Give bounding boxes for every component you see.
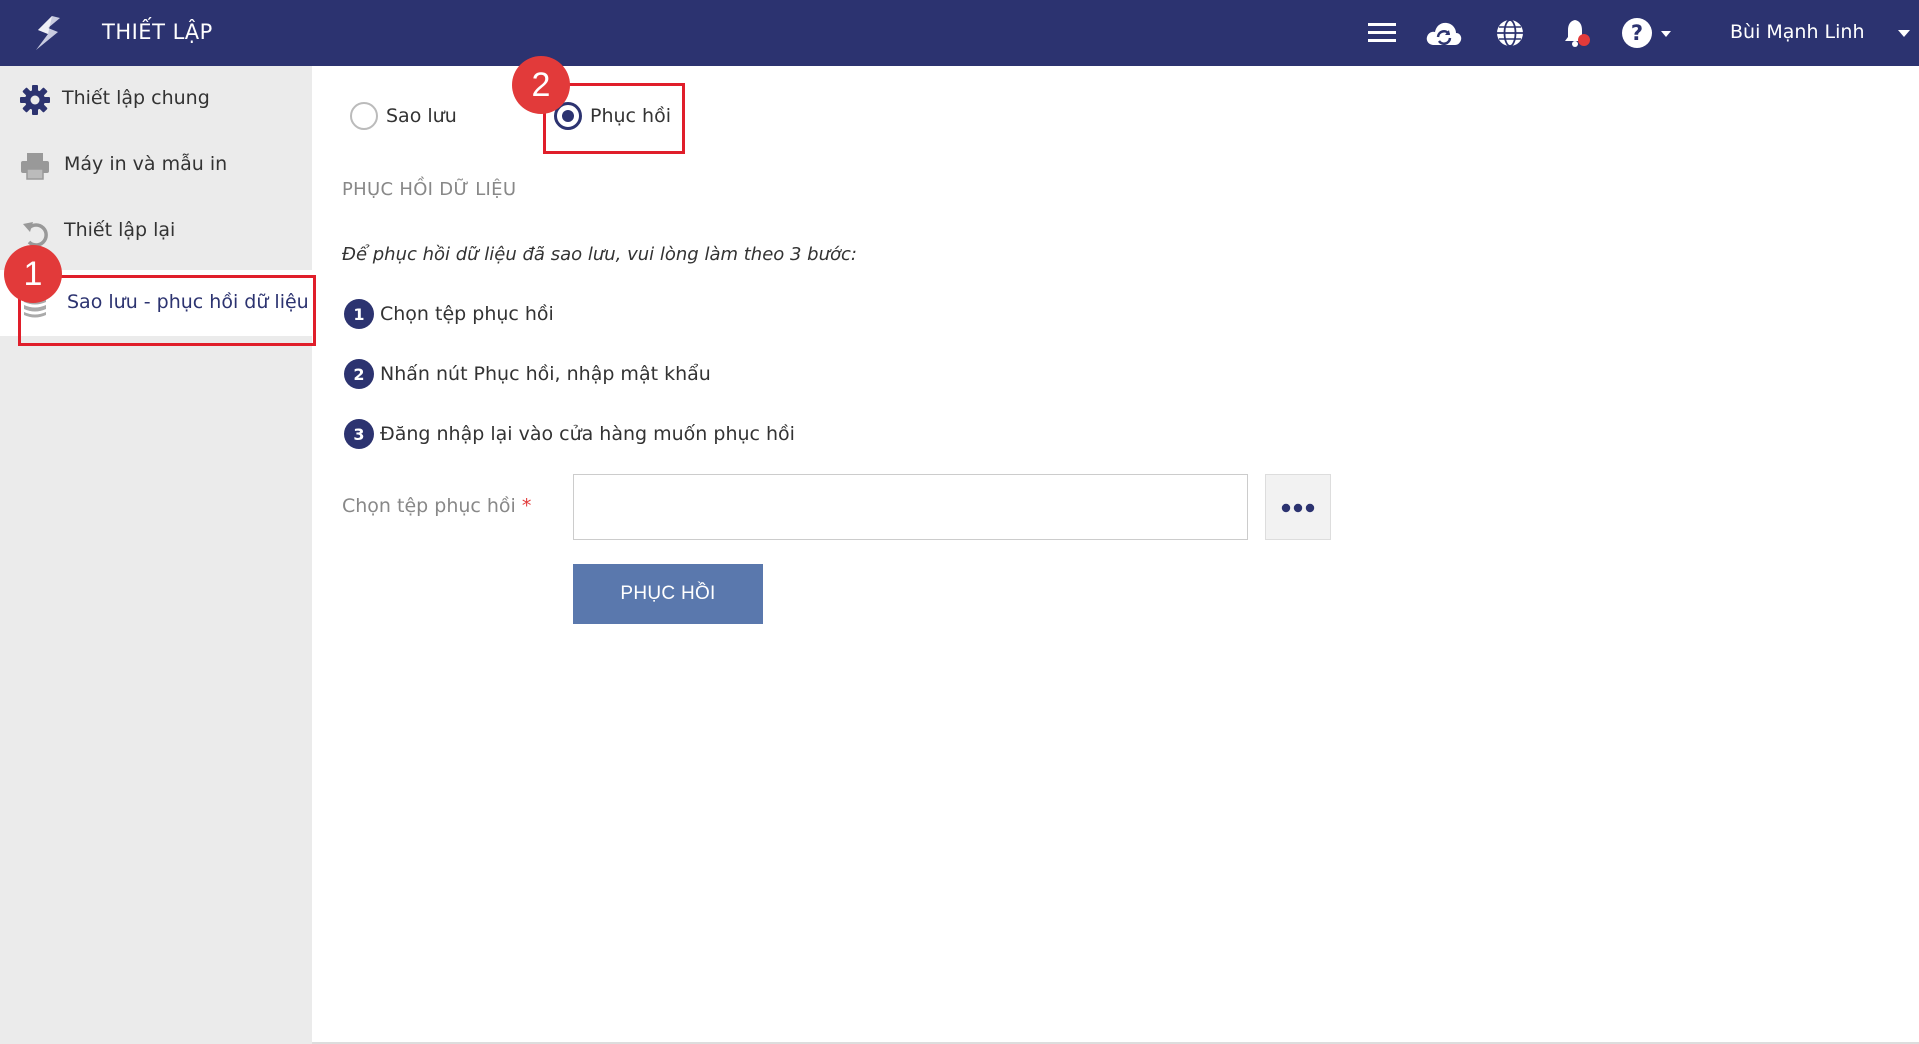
backup-radio[interactable] [350,102,378,130]
step-item: 1 Chọn tệp phục hồi [344,299,554,329]
cloud-sync-icon[interactable] [1425,16,1463,50]
required-mark: * [521,495,532,517]
gear-icon [18,83,52,117]
callout-badge-1: 1 [4,245,62,303]
section-title: PHỤC HỒI DỮ LIỆU [342,179,517,200]
sidebar-item-general-settings[interactable]: Thiết lập chung [0,66,312,132]
help-dropdown-icon[interactable] [1661,31,1671,37]
step-item: 3 Đăng nhập lại vào cửa hàng muốn phục h… [344,419,795,449]
logo-icon[interactable] [30,14,66,52]
sidebar-item-label: Máy in và mẫu in [64,153,228,175]
user-name[interactable]: Bùi Mạnh Linh [1730,21,1865,43]
step-text: Đăng nhập lại vào cửa hàng muốn phục hồi [380,423,795,445]
more-dots-icon [1281,498,1315,517]
backup-option-label: Sao lưu [386,105,457,127]
step-number: 1 [344,299,374,329]
restore-file-input[interactable] [573,474,1248,540]
sidebar-item-label: Thiết lập lại [64,219,176,241]
file-field-label-text: Chọn tệp phục hồi [342,495,516,517]
menu-icon[interactable] [1365,16,1399,50]
top-bar: THIẾT LẬP ? Bùi Mạnh Linh [0,0,1919,66]
backup-option[interactable]: Sao lưu [350,102,457,130]
help-icon[interactable]: ? [1620,16,1654,50]
page-title: THIẾT LẬP [102,20,213,44]
sidebar-item-printers[interactable]: Máy in và mẫu in [0,132,312,198]
svg-text:?: ? [1631,21,1643,45]
step-number: 2 [344,359,374,389]
instructions-intro: Để phục hồi dữ liệu đã sao lưu, vui lòng… [342,244,857,265]
chevron-down-icon[interactable] [1898,30,1910,37]
step-text: Nhấn nút Phục hồi, nhập mật khẩu [380,363,711,385]
highlight-sidebar-item [18,275,316,346]
main-content: Sao lưu Phục hồi PHỤC HỒI DỮ LIỆU Để phụ… [312,66,1919,1044]
bell-icon[interactable] [1560,16,1594,50]
printer-icon [18,149,52,183]
sidebar-item-label: Thiết lập chung [62,87,210,109]
restore-button[interactable]: PHỤC HỒI [573,564,763,624]
step-item: 2 Nhấn nút Phục hồi, nhập mật khẩu [344,359,711,389]
file-field-label: Chọn tệp phục hồi * [342,495,531,517]
callout-badge-2: 2 [512,56,570,114]
sidebar: Thiết lập chung Máy in và mẫu in Thiết l… [0,66,312,1044]
globe-icon[interactable] [1493,16,1527,50]
step-number: 3 [344,419,374,449]
undo-icon [18,215,52,249]
step-text: Chọn tệp phục hồi [380,303,554,325]
browse-file-button[interactable] [1265,474,1331,540]
